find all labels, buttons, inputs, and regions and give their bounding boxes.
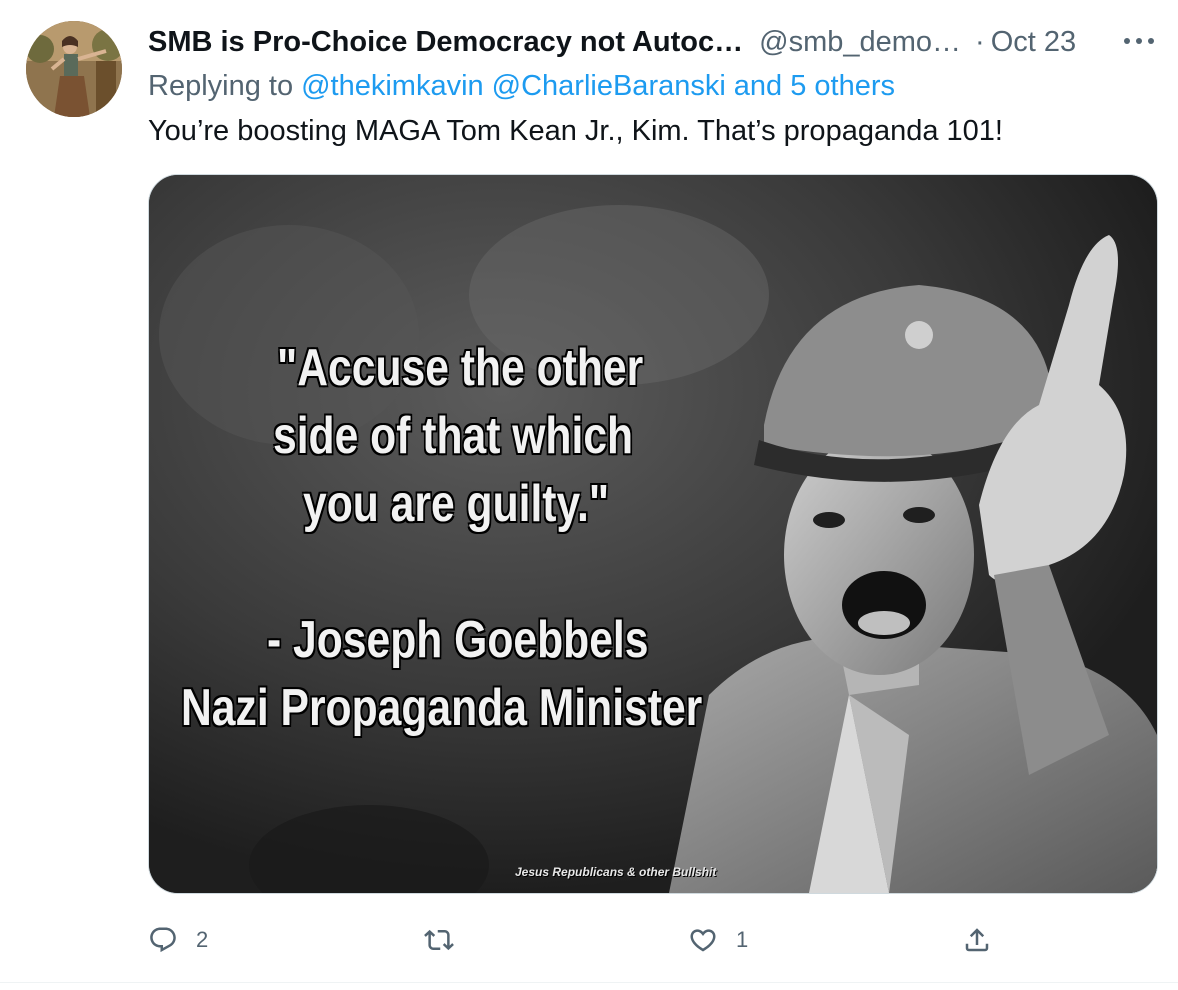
meme-quote-line-3: you are guilty.": [303, 475, 610, 533]
display-name[interactable]: SMB is Pro-Choice Democracy not Autoc…: [148, 26, 743, 59]
share-button[interactable]: [962, 918, 1010, 962]
avatar[interactable]: [26, 21, 122, 117]
user-handle[interactable]: @smb_demo…: [759, 26, 961, 59]
reply-button[interactable]: 2: [148, 918, 208, 962]
mention-charliebaranski[interactable]: @CharlieBaranski: [492, 70, 726, 103]
heart-icon: [690, 929, 716, 952]
share-icon: [965, 928, 989, 952]
reply-count: 2: [196, 927, 209, 952]
meme-background: [149, 175, 1157, 893]
retweet-button[interactable]: [424, 918, 472, 962]
tweet-header: SMB is Pro-Choice Democracy not Autoc… @…: [148, 22, 1076, 62]
tweet-divider: [0, 982, 1178, 983]
retweet-icon: [424, 929, 454, 951]
mention-thekimkavin[interactable]: @thekimkavin: [301, 70, 484, 103]
more-icon[interactable]: [1122, 26, 1156, 56]
meme-watermark: Jesus Republicans & other Bullshit: [515, 865, 717, 879]
avatar-image: [26, 21, 122, 117]
more-dots: [1124, 38, 1154, 44]
header-separator: ·: [975, 25, 985, 58]
like-count: 1: [736, 927, 749, 952]
replying-to-label: Replying to: [148, 69, 294, 102]
reply-icon: [150, 927, 176, 953]
tweet-date[interactable]: Oct 23: [991, 26, 1076, 59]
meme-attribution-name: - Joseph Goebbels: [267, 611, 649, 669]
tweet[interactable]: SMB is Pro-Choice Democracy not Autoc… @…: [0, 0, 1178, 990]
meme-attribution-title: Nazi Propaganda Minister: [181, 679, 703, 737]
meme-quote-line-2: side of that which: [273, 407, 634, 465]
tweet-media-image[interactable]: "Accuse the other side of that which you…: [148, 174, 1158, 894]
tweet-text: You’re boosting MAGA Tom Kean Jr., Kim. …: [148, 115, 1003, 147]
replying-to: Replying to @thekimkavin @CharlieBaransk…: [148, 66, 895, 106]
mention-others[interactable]: and 5 others: [734, 70, 895, 103]
like-button[interactable]: 1: [688, 918, 748, 962]
meme-quote-line-1: "Accuse the other: [277, 339, 644, 397]
tweet-actions: 2 1: [148, 918, 1008, 962]
